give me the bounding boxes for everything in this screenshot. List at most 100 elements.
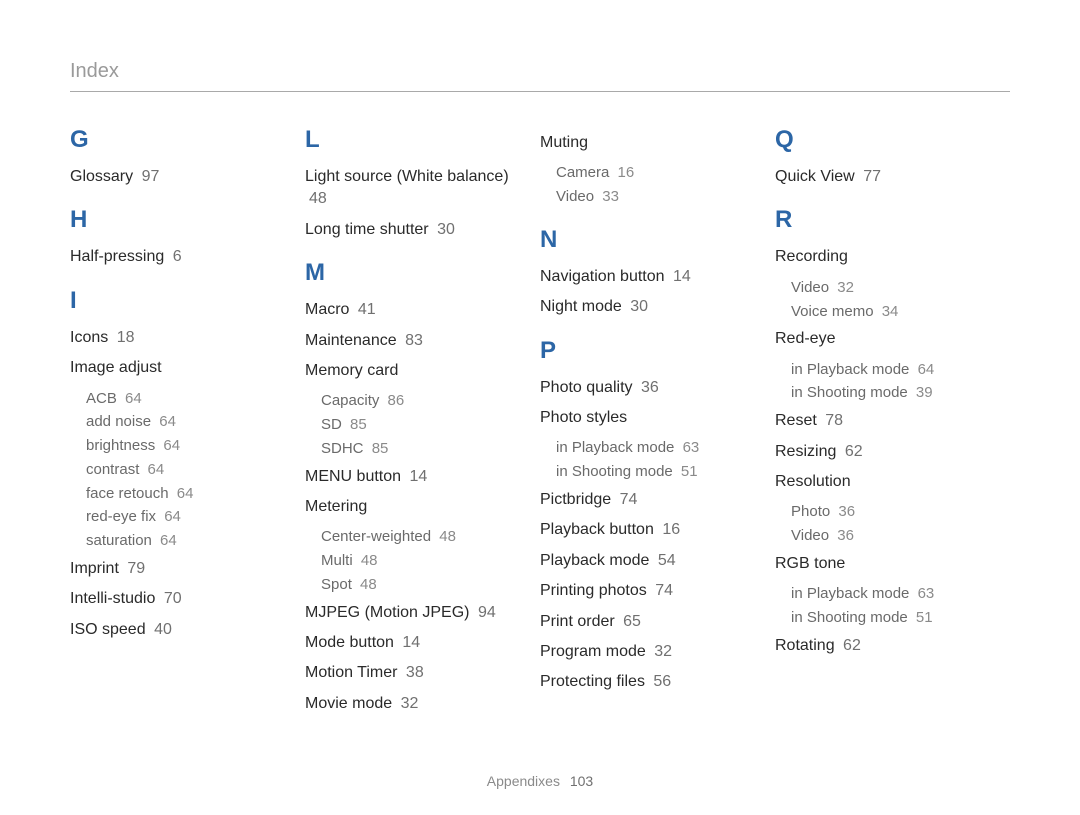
entry-page: 30 [630,298,648,315]
subentry-page: 32 [837,279,854,296]
index-entry: Playback mode 54 [540,550,765,572]
entry-term: Navigation button [540,268,665,285]
entry-page: 65 [623,613,641,630]
subentry-term: in Shooting mode [556,463,673,480]
entry-page: 40 [154,621,172,638]
subentry-page: 51 [916,609,933,626]
entry-term: Program mode [540,643,646,660]
index-entry: Recording [775,246,1000,268]
entry-term: Printing photos [540,582,647,599]
index-subentry: add noise 64 [86,411,295,433]
index-entry: Resolution [775,471,1000,493]
entry-page: 54 [658,552,676,569]
index-entry: Navigation button 14 [540,266,765,288]
entry-page: 70 [164,590,182,607]
footer-page: 103 [570,773,593,789]
index-subentry: Capacity 86 [321,390,530,412]
subentry-page: 39 [916,384,933,401]
subentry-page: 64 [159,413,176,430]
index-entry: Program mode 32 [540,641,765,663]
index-entry: Icons 18 [70,327,295,349]
entry-term: Light source (White balance) [305,168,509,185]
entry-page: 14 [402,634,420,651]
subentry-term: Camera [556,164,609,181]
index-column: GGlossary 97HHalf-pressing 6IIcons 18Ima… [70,126,305,723]
index-subentry: face retouch 64 [86,483,295,505]
index-entry: Motion Timer 38 [305,662,530,684]
index-subentry: in Playback mode 63 [556,437,765,459]
index-letter: I [70,287,295,315]
entry-page: 6 [173,248,182,265]
index-entry: Reset 78 [775,410,1000,432]
index-entry: Muting [540,132,765,154]
index-subentry: Spot 48 [321,574,530,596]
index-subentry: in Shooting mode 51 [556,461,765,483]
subentry-term: Video [791,279,829,296]
index-letter: R [775,206,1000,234]
entry-page: 62 [845,443,863,460]
entry-term: Protecting files [540,673,645,690]
subentry-term: in Playback mode [791,585,909,602]
entry-term: Resolution [775,473,851,490]
entry-term: Print order [540,613,615,630]
entry-term: Muting [540,134,588,151]
index-entry: MENU button 14 [305,466,530,488]
subentry-term: add noise [86,413,151,430]
subentry-term: ACB [86,390,117,407]
index-subentry: ACB 64 [86,388,295,410]
subentry-page: 64 [160,532,177,549]
entry-term: ISO speed [70,621,146,638]
index-entry: Red-eye [775,328,1000,350]
entry-term: Recording [775,248,848,265]
entry-page: 32 [401,695,419,712]
entry-page: 79 [127,560,145,577]
subentry-page: 36 [837,527,854,544]
index-subentry: in Shooting mode 39 [791,382,1000,404]
subentry-page: 48 [439,528,456,545]
index-column: MutingCamera 16Video 33NNavigation butto… [540,126,775,723]
index-entry: Long time shutter 30 [305,219,530,241]
subentry-term: Capacity [321,392,379,409]
subentry-term: SD [321,416,342,433]
entry-term: Rotating [775,637,835,654]
subentry-term: Video [791,527,829,544]
index-entry: Half-pressing 6 [70,246,295,268]
entry-page: 62 [843,637,861,654]
subentry-term: brightness [86,437,155,454]
entry-term: Night mode [540,298,622,315]
index-subentry: Photo 36 [791,501,1000,523]
subentry-page: 64 [125,390,142,407]
entry-term: Memory card [305,362,398,379]
index-letter: H [70,206,295,234]
index-letter: L [305,126,530,154]
subentry-term: in Playback mode [791,361,909,378]
subentry-page: 64 [163,437,180,454]
index-subentry: contrast 64 [86,459,295,481]
entry-term: Macro [305,301,349,318]
index-entry: Printing photos 74 [540,580,765,602]
entry-page: 94 [478,604,496,621]
index-entry: RGB tone [775,553,1000,575]
entry-page: 97 [142,168,160,185]
entry-page: 38 [406,664,424,681]
index-letter: G [70,126,295,154]
entry-term: Image adjust [70,359,162,376]
subentry-term: saturation [86,532,152,549]
entry-page: 36 [641,379,659,396]
subentry-page: 86 [388,392,405,409]
index-entry: Protecting files 56 [540,671,765,693]
subentry-page: 33 [602,188,619,205]
entry-term: Intelli-studio [70,590,155,607]
index-entry: Photo quality 36 [540,377,765,399]
subentry-term: Multi [321,552,353,569]
subentry-page: 64 [148,461,165,478]
index-letter: M [305,259,530,287]
index-entry: MJPEG (Motion JPEG) 94 [305,602,530,624]
index-subentry: Multi 48 [321,550,530,572]
subentry-term: in Shooting mode [791,609,908,626]
page-footer: Appendixes 103 [70,773,1010,789]
index-subentry: Camera 16 [556,162,765,184]
index-entry: Rotating 62 [775,635,1000,657]
index-entry: Macro 41 [305,299,530,321]
index-entry: Movie mode 32 [305,693,530,715]
